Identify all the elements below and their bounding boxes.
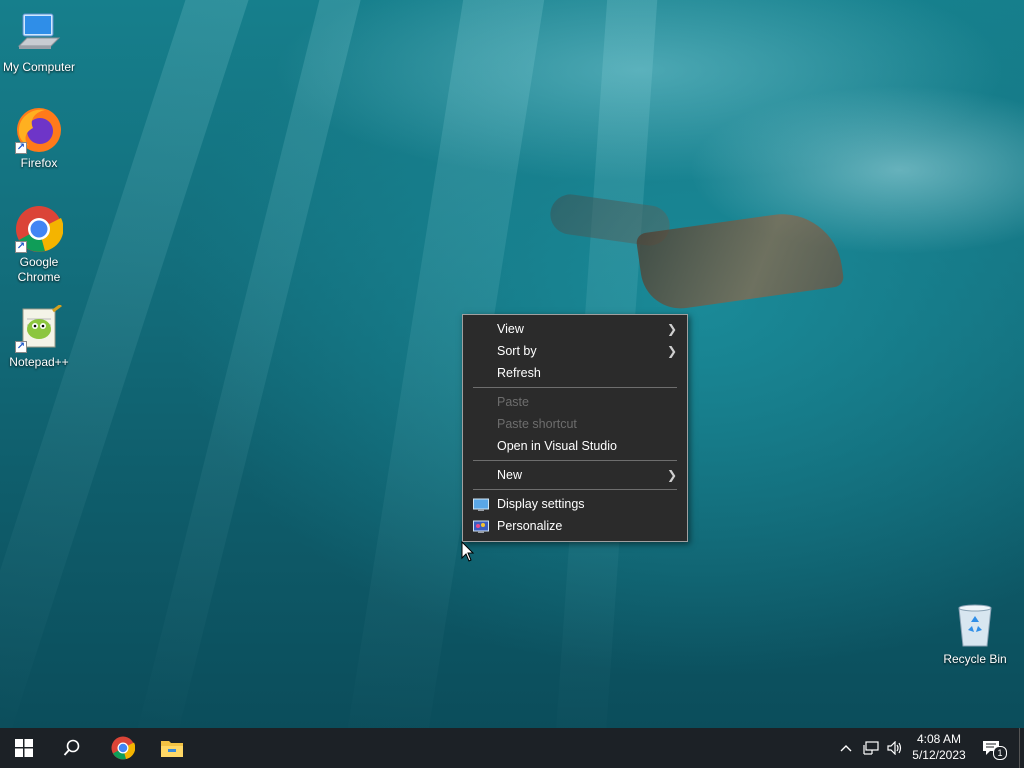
show-hidden-icons-button[interactable] [836, 728, 856, 768]
show-desktop-divider[interactable] [1019, 728, 1020, 768]
personalize-icon [473, 519, 489, 533]
chevron-right-icon: ❯ [666, 322, 677, 336]
desktop-context-menu: View ❯ Sort by ❯ Refresh Paste Paste sho… [462, 314, 688, 542]
action-center-button[interactable]: 1 [978, 728, 1008, 768]
desktop-icon-label: Notepad++ [9, 355, 69, 369]
desktop-icon-my-computer[interactable]: My Computer [0, 10, 78, 75]
menu-item-open-in-visual-studio[interactable]: Open in Visual Studio [463, 435, 687, 457]
menu-item-sort-by[interactable]: Sort by ❯ [463, 340, 687, 362]
desktop-icon-label: Recycle Bin [943, 652, 1007, 666]
search-icon [63, 739, 80, 756]
recycle-bin-icon [951, 602, 999, 650]
notepadpp-icon: ↗ [15, 303, 63, 353]
menu-item-label: Personalize [497, 519, 563, 533]
mouse-cursor-icon [461, 541, 475, 562]
computer-icon [15, 10, 63, 58]
shortcut-arrow-icon: ↗ [15, 241, 27, 253]
desktop-icon-label: Firefox [20, 156, 58, 170]
menu-item-label: Sort by [497, 344, 537, 358]
taskbar: 4:08 AM 5/12/2023 1 [0, 728, 1024, 768]
firefox-icon: ↗ [15, 106, 63, 154]
menu-item-paste: Paste [463, 391, 687, 413]
start-icon [15, 739, 33, 757]
start-button[interactable] [0, 728, 48, 768]
network-button[interactable] [860, 728, 882, 768]
chevron-up-icon [840, 745, 852, 752]
desktop-icon-firefox[interactable]: ↗ Firefox [0, 106, 78, 171]
file-explorer-icon [161, 741, 183, 757]
menu-item-label: Paste shortcut [497, 417, 577, 431]
menu-item-label: View [497, 322, 524, 336]
menu-item-refresh[interactable]: Refresh [463, 362, 687, 384]
taskbar-file-explorer-button[interactable] [148, 728, 196, 768]
desktop-icon-recycle-bin[interactable]: Recycle Bin [936, 602, 1014, 667]
chrome-icon [111, 736, 135, 760]
desktop-icon-label: Google Chrome [17, 255, 61, 284]
menu-item-personalize[interactable]: Personalize [463, 515, 687, 537]
menu-item-view[interactable]: View ❯ [463, 318, 687, 340]
menu-item-label: Display settings [497, 497, 585, 511]
chrome-icon: ↗ [15, 205, 64, 253]
menu-separator [473, 460, 677, 461]
menu-item-label: New [497, 468, 523, 482]
menu-item-label: Refresh [497, 366, 541, 380]
display-settings-icon [473, 497, 489, 511]
menu-item-display-settings[interactable]: Display settings [463, 493, 687, 515]
network-icon [863, 741, 879, 755]
speaker-icon [887, 741, 902, 755]
menu-item-new[interactable]: New ❯ [463, 464, 687, 486]
clock-date: 5/12/2023 [912, 748, 966, 762]
menu-item-paste-shortcut: Paste shortcut [463, 413, 687, 435]
chevron-right-icon: ❯ [666, 468, 677, 482]
clock-time: 4:08 AM [916, 732, 962, 746]
desktop-icon-google-chrome[interactable]: ↗ Google Chrome [0, 205, 78, 285]
desktop-icon-label: My Computer [2, 60, 76, 74]
taskbar-clock[interactable]: 4:08 AM 5/12/2023 [904, 728, 974, 768]
desktop-background[interactable]: My Computer ↗ Firefox ↗ Google Chrome ↗ … [0, 0, 1024, 728]
search-button[interactable] [48, 728, 96, 768]
notification-count-badge: 1 [993, 746, 1007, 760]
menu-separator [473, 387, 677, 388]
shortcut-arrow-icon: ↗ [15, 142, 27, 154]
menu-item-label: Paste [497, 395, 529, 409]
menu-item-label: Open in Visual Studio [497, 439, 617, 453]
chevron-right-icon: ❯ [666, 344, 677, 358]
shortcut-arrow-icon: ↗ [15, 341, 27, 353]
desktop-icon-notepadpp[interactable]: ↗ Notepad++ [0, 303, 78, 370]
taskbar-chrome-button[interactable] [99, 728, 147, 768]
menu-separator [473, 489, 677, 490]
volume-button[interactable] [884, 728, 906, 768]
